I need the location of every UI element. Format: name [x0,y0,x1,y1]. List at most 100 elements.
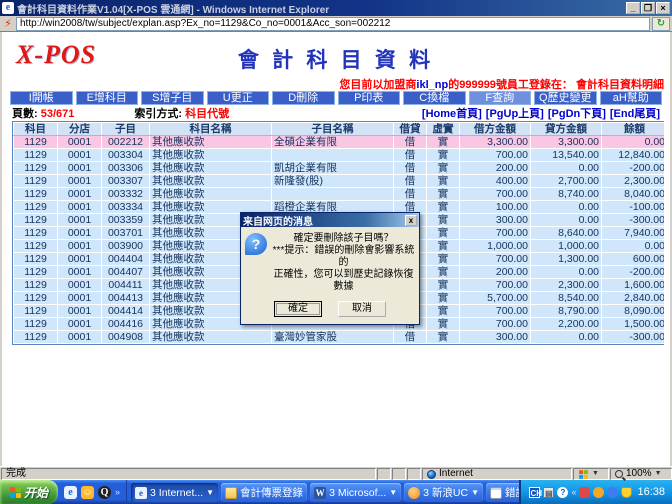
cell-sub: 003332 [102,188,150,201]
cell-dc: 借 [394,175,427,188]
cell-dc: 借 [394,149,427,162]
cell-acc_name: 其他應收款 [150,188,272,201]
cell-balance: -300.00 [602,214,665,227]
cell-dc: 借 [394,331,427,344]
quicklaunch-ie-icon[interactable]: e [64,486,77,499]
cell-re: 實 [427,318,460,331]
task-group-chevron-icon[interactable]: ▼ [206,488,214,497]
table-row[interactable]: 11290001004908其他應收款臺灣妙管家股借實300.000.00-30… [14,331,665,344]
quicklaunch-messenger-icon[interactable]: ☺ [81,486,94,499]
messenger-tray-icon[interactable] [579,487,590,498]
cell-acc_name: 其他應收款 [150,331,272,344]
menu-item-7[interactable]: C換檔 [403,91,466,105]
menu-item-8[interactable]: F查詢 [469,91,532,105]
column-header: 借方金額 [460,123,531,136]
menu-item-6[interactable]: P印表 [338,91,401,105]
cell-balance: 1,500.00 [602,318,665,331]
column-header: 借貸 [394,123,427,136]
page-count-label: 頁數: [12,107,38,121]
menu-item-5[interactable]: D刪除 [272,91,335,105]
table-row[interactable]: 11290001003307其他應收款新隆發(股)借實400.002,700.0… [14,175,665,188]
taskbar-button[interactable]: e3 Internet...▼ [131,483,218,502]
cell-acc: 1129 [14,201,58,214]
cell-re: 實 [427,214,460,227]
cell-debit: 700.00 [460,279,531,292]
task-group-chevron-icon[interactable]: ▼ [471,488,479,497]
dialog-close-icon[interactable]: x [405,215,417,226]
quicklaunch-overflow-chevron-icon[interactable]: » [115,487,120,497]
column-header: 子目名稱 [272,123,394,136]
quicklaunch-qq-icon[interactable]: Q [98,486,111,499]
cell-credit: 0.00 [531,331,602,344]
tray-collapse-chevron-icon[interactable]: « [571,487,576,497]
cell-credit: 0.00 [531,214,602,227]
zoom-chevron-icon: ▼ [655,468,662,480]
status-bar: 完成 Internet ▼ 100% ▼ [0,466,672,480]
task-label: 錯誤.txt - ... [505,485,519,500]
nav-link-3[interactable]: [PgDn下頁] [548,107,606,121]
cell-debit: 1,000.00 [460,240,531,253]
question-icon: ? [245,233,267,255]
help-icon[interactable]: ? [557,487,568,498]
uc-tray-icon[interactable] [607,487,618,498]
menu-item-2[interactable]: E增科目 [76,91,139,105]
cell-sub_name: 新隆發(股) [272,175,394,188]
taskbar-button[interactable]: 會計傳票登錄 [221,483,307,502]
cell-acc: 1129 [14,136,58,149]
taskbar-button[interactable]: W3 Microsof...▼ [310,483,401,502]
menu-item-10[interactable]: aH幫助 [600,91,663,105]
cell-re: 實 [427,253,460,266]
refresh-icon[interactable]: ↻ [652,17,670,31]
nav-link-2[interactable]: [PgUp上頁] [486,107,544,121]
cell-debit: 300.00 [460,331,531,344]
update-tray-icon[interactable] [593,487,604,498]
index-mode-value: 科目代號 [185,108,229,120]
cell-sub_name [272,149,394,162]
printer-icon[interactable]: ▤ [543,487,554,498]
cell-debit: 200.00 [460,266,531,279]
status-prefix: 您目前以加盟商 [339,79,416,91]
cell-acc: 1129 [14,149,58,162]
confirm-delete-dialog: 来自网页的消息 x ? 確定要刪除該子目嗎？ ***提示：錯誤的刪除會影響系統的… [240,212,420,325]
cell-acc: 1129 [14,266,58,279]
cell-re: 實 [427,292,460,305]
page-navigation: [Home首頁] [PgUp上頁] [PgDn下頁] [End尾頁] [422,107,660,121]
start-button[interactable]: 开始 [0,480,58,504]
url-input[interactable] [17,18,649,29]
protected-mode-pane[interactable]: ▼ [573,468,609,480]
close-button[interactable]: × [656,2,670,14]
cell-credit: 8,640.00 [531,227,602,240]
minimize-button[interactable]: _ [626,2,640,14]
cell-sub: 003900 [102,240,150,253]
cell-re: 實 [427,136,460,149]
nav-link-4[interactable]: [End尾頁] [610,107,660,121]
zoom-control[interactable]: 100% ▼ [610,468,672,480]
language-indicator[interactable]: CH [529,487,540,498]
cell-acc: 1129 [14,240,58,253]
cell-sub: 003307 [102,175,150,188]
maximize-button[interactable]: ❐ [641,2,655,14]
cell-debit: 400.00 [460,175,531,188]
taskbar-button[interactable]: 3 新浪UC▼ [404,483,483,502]
menu-item-1[interactable]: I開帳 [10,91,73,105]
taskbar-button[interactable]: 錯誤.txt - ... [486,483,519,502]
menu-item-3[interactable]: S增子目 [141,91,204,105]
menu-item-9[interactable]: Q歷史變更 [534,91,597,105]
task-group-chevron-icon[interactable]: ▼ [389,488,397,497]
shield-icon[interactable] [621,487,632,498]
nav-link-1[interactable]: [Home首頁] [422,107,482,121]
cell-re: 實 [427,175,460,188]
table-row[interactable]: 11290001003304其他應收款借實700.0013,540.0012,8… [14,149,665,162]
login-status-line: 您目前以加盟商ikl_np的999999號員工登錄在： 會計科目資料明細 [339,76,664,92]
cell-sub_name: 全碩企業有限 [272,136,394,149]
table-row[interactable]: 11290001003332其他應收款借實700.008,740.008,040… [14,188,665,201]
taskbar: 开始 e ☺ Q » e3 Internet...▼會計傳票登錄W3 Micro… [0,480,672,504]
cell-re: 實 [427,240,460,253]
cell-branch: 0001 [58,201,102,214]
cancel-button[interactable]: 取消 [338,301,386,317]
menu-item-4[interactable]: U更正 [207,91,270,105]
cell-acc: 1129 [14,331,58,344]
table-row[interactable]: 11290001003306其他應收款凱胡企業有限借實200.000.00-20… [14,162,665,175]
table-row[interactable]: 11290001002212其他應收款全碩企業有限借實3,300.003,300… [14,136,665,149]
ok-button[interactable]: 確定 [274,301,322,317]
